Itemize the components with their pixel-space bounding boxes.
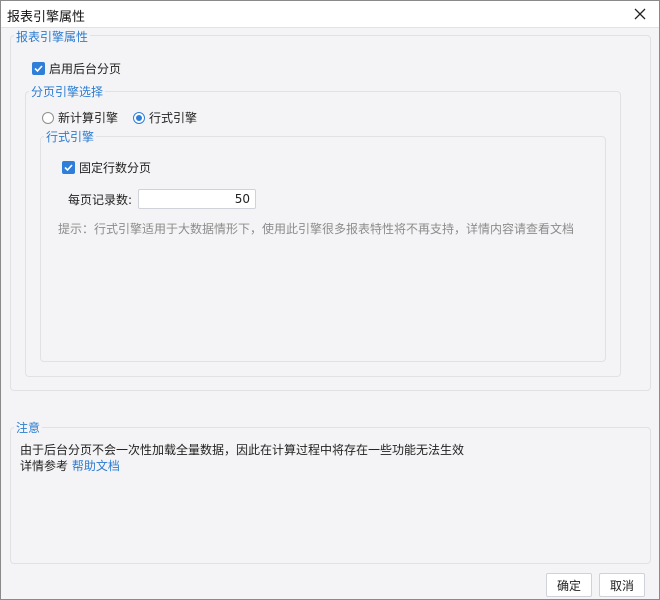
fixed-rows-label: 固定行数分页: [79, 161, 152, 175]
notice-line-2: 详情参考 帮助文档: [20, 457, 120, 474]
radio-new-calc-engine-label: 新计算引擎: [58, 111, 119, 125]
notice-line-2-prefix: 详情参考: [20, 459, 69, 473]
radio-selected-icon: [133, 111, 145, 124]
enable-background-paging-checkbox[interactable]: 启用后台分页: [32, 60, 121, 77]
close-button[interactable]: [627, 2, 653, 26]
engine-properties-dialog: 报表引擎属性 报表引擎属性 启用后台分页 分页引擎选择 新计算引擎 行式引擎 行…: [0, 0, 660, 600]
radio-new-calc-engine[interactable]: 新计算引擎: [42, 109, 118, 126]
title-bar: 报表引擎属性: [1, 1, 659, 28]
fixed-rows-checkbox[interactable]: 固定行数分页: [62, 159, 151, 176]
enable-background-paging-label: 启用后台分页: [49, 62, 122, 76]
records-per-page-row: 每页记录数: 50: [68, 189, 257, 209]
radio-unselected-icon: [42, 111, 54, 124]
paging-engine-legend: 分页引擎选择: [29, 83, 106, 100]
dialog-title: 报表引擎属性: [7, 10, 86, 25]
close-icon: [634, 8, 646, 20]
row-engine-hint: 提示：行式引擎适用于大数据情形下，使用此引擎很多报表特性将不再支持，详情内容请查…: [58, 222, 575, 236]
help-docs-link[interactable]: 帮助文档: [72, 459, 120, 473]
cancel-button[interactable]: 取消: [599, 573, 645, 597]
notice-line-1: 由于后台分页不会一次性加载全量数据，因此在计算过程中将存在一些功能无法生效: [20, 443, 465, 457]
records-per-page-input[interactable]: 50: [138, 189, 257, 209]
engine-properties-legend: 报表引擎属性: [14, 28, 91, 45]
radio-row-engine[interactable]: 行式引擎: [133, 109, 197, 126]
records-per-page-label: 每页记录数:: [68, 192, 133, 207]
checkbox-checked-icon: [62, 161, 75, 174]
notice-legend: 注意: [14, 419, 43, 436]
row-engine-legend: 行式引擎: [44, 128, 97, 145]
ok-button[interactable]: 确定: [546, 573, 592, 597]
checkbox-checked-icon: [32, 62, 45, 75]
radio-row-engine-label: 行式引擎: [149, 111, 198, 125]
